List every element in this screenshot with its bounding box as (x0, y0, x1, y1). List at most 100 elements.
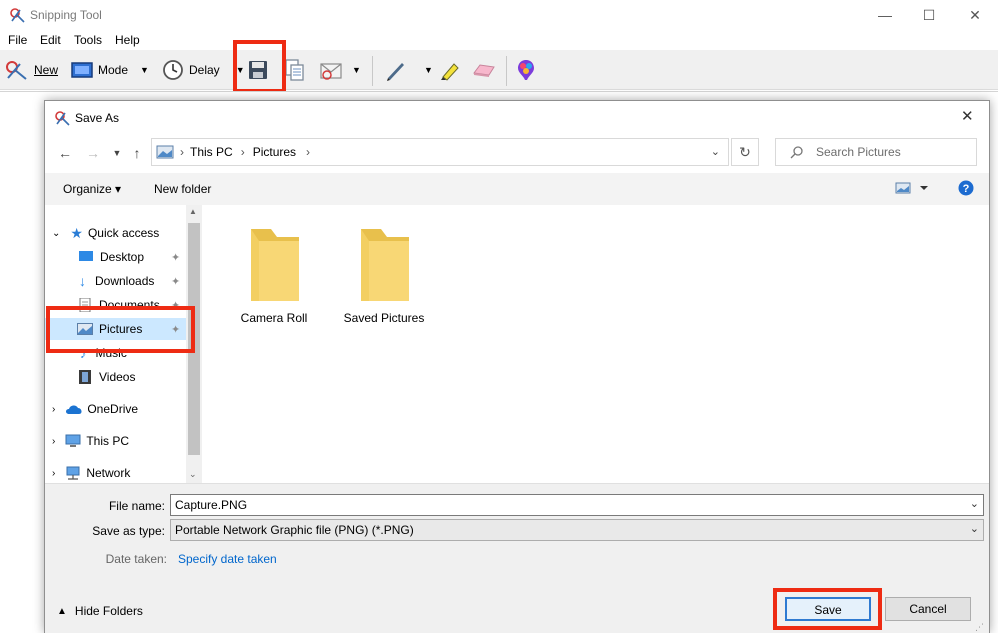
refresh-icon: ↻ (739, 144, 751, 160)
expand-chevron-icon[interactable]: › (52, 404, 55, 415)
folder-icon (357, 223, 413, 307)
nav-scrollbar-thumb[interactable] (188, 223, 200, 455)
breadcrumb-pictures[interactable]: Pictures (253, 145, 296, 159)
star-icon: ★ (70, 224, 83, 241)
menu-file[interactable]: File (8, 33, 27, 47)
expand-chevron-icon[interactable]: › (52, 468, 55, 479)
search-input[interactable]: Search Pictures (775, 138, 977, 166)
scroll-up-arrow-icon[interactable]: ▲ (189, 207, 197, 216)
delay-dropdown-icon[interactable]: ▼ (236, 65, 245, 75)
rectangle-mode-icon (70, 61, 94, 79)
save-snip-button[interactable] (247, 56, 269, 84)
toolbar-divider (506, 56, 507, 86)
view-options-icon[interactable] (895, 182, 929, 194)
cloud-icon (65, 403, 83, 415)
nav-desktop[interactable]: Desktop ✦ (45, 246, 187, 268)
menu-tools[interactable]: Tools (74, 33, 102, 47)
nav-onedrive[interactable]: › OneDrive (45, 398, 187, 420)
pen-icon (384, 58, 408, 82)
chevron-down-icon[interactable]: ⌄ (970, 497, 979, 510)
nav-label: Music (95, 346, 127, 360)
nav-label: Desktop (100, 250, 145, 264)
pin-icon: ✦ (171, 251, 181, 264)
nav-label: This PC (86, 434, 130, 448)
expand-chevron-icon[interactable]: › (52, 436, 55, 447)
nav-label: Videos (99, 370, 136, 384)
recent-locations-chevron-icon[interactable]: ▼ (107, 143, 127, 163)
specify-date-taken-link[interactable]: Specify date taken (178, 552, 277, 566)
highlighter-icon (438, 58, 462, 82)
pen-button[interactable]: ▼ (384, 56, 433, 84)
address-row: ← → ▼ ↑ › This PC › Pictures › ⌄ ↻ Searc… (45, 136, 989, 170)
hide-folders-button[interactable]: ▲ Hide Folders (57, 604, 143, 618)
nav-quick-access[interactable]: ⌄ ★ Quick access (45, 222, 187, 244)
pictures-location-icon (156, 145, 174, 159)
minimize-button[interactable]: — (870, 4, 900, 26)
paint-3d-icon (515, 58, 537, 82)
nav-pictures-selected[interactable]: Pictures ✦ (45, 318, 187, 340)
eraser-button[interactable] (471, 56, 497, 84)
breadcrumb-separator: › (240, 145, 245, 159)
send-dropdown-icon[interactable]: ▼ (352, 65, 361, 75)
nav-scrollbar[interactable]: ▲ ⌄ (186, 205, 202, 483)
envelope-icon (318, 59, 344, 81)
copy-button[interactable] (283, 56, 305, 84)
nav-label: Downloads (95, 274, 155, 288)
nav-downloads[interactable]: ↓ Downloads ✦ (45, 270, 187, 292)
close-button[interactable]: ✕ (960, 4, 990, 26)
scissors-icon (4, 59, 30, 81)
expand-chevron-icon[interactable]: ⌄ (52, 228, 60, 239)
cancel-button[interactable]: Cancel (885, 597, 971, 621)
back-arrow-icon[interactable]: ← (55, 143, 75, 163)
help-icon[interactable]: ? (958, 180, 974, 196)
desktop-icon (79, 251, 93, 263)
maximize-button[interactable]: ☐ (914, 4, 944, 26)
menu-edit[interactable]: Edit (40, 33, 61, 47)
file-list-pane: Camera Roll Saved Pictures (203, 205, 989, 483)
send-snip-button[interactable]: ▼ (318, 56, 361, 84)
file-name-label: File name: (108, 499, 165, 513)
address-dropdown-chevron-icon[interactable]: ⌄ (711, 145, 720, 158)
paint-3d-button[interactable] (515, 56, 537, 84)
nav-label: Quick access (87, 226, 160, 240)
breadcrumb-this-pc[interactable]: This PC (190, 145, 233, 159)
nav-this-pc[interactable]: › This PC (45, 430, 187, 452)
folder-camera-roll[interactable]: Camera Roll (219, 217, 329, 327)
pin-icon: ✦ (171, 275, 181, 288)
file-scrollbar[interactable] (975, 205, 989, 483)
highlighter-button[interactable] (438, 56, 462, 84)
nav-documents[interactable]: Documents ✦ (45, 294, 187, 316)
nav-videos[interactable]: Videos (45, 366, 187, 388)
new-folder-button[interactable]: New folder (154, 182, 211, 196)
save-as-type-label: Save as type: (92, 524, 165, 538)
new-snip-button[interactable]: New (4, 56, 58, 84)
nav-music[interactable]: ♪ Music (45, 342, 187, 364)
refresh-button[interactable]: ↻ (731, 138, 759, 166)
resize-grip-icon[interactable]: ⋰ (975, 622, 984, 633)
mode-button[interactable]: Mode ▼ (70, 56, 149, 84)
mode-dropdown-icon[interactable]: ▼ (140, 65, 149, 75)
address-bar[interactable]: › This PC › Pictures › ⌄ (151, 138, 729, 166)
toolbar-divider (372, 56, 373, 86)
delay-button[interactable]: Delay ▼ (162, 56, 245, 84)
save-as-type-select[interactable]: Portable Network Graphic file (PNG) (*.P… (170, 519, 984, 541)
scroll-down-chevron-icon[interactable]: ⌄ (189, 469, 197, 480)
menu-bar: File Edit Tools Help (0, 30, 998, 50)
folder-label: Saved Pictures (343, 311, 425, 325)
save-button[interactable]: Save (785, 597, 871, 621)
folder-label: Camera Roll (240, 311, 308, 325)
folder-saved-pictures[interactable]: Saved Pictures (329, 217, 439, 327)
nav-label: OneDrive (87, 402, 139, 416)
computer-icon (65, 434, 81, 448)
file-name-field[interactable]: Capture.PNG ⌄ (170, 494, 984, 516)
pen-dropdown-icon[interactable]: ▼ (424, 65, 433, 75)
up-arrow-icon[interactable]: ↑ (127, 143, 147, 163)
nav-network[interactable]: › Network (45, 462, 187, 484)
date-taken-label: Date taken: (105, 552, 167, 566)
chevron-down-icon[interactable]: ⌄ (970, 522, 979, 535)
menu-help[interactable]: Help (115, 33, 140, 47)
forward-arrow-icon[interactable]: → (83, 143, 103, 163)
clock-icon (162, 59, 184, 81)
dialog-close-button[interactable]: ✕ (961, 107, 974, 125)
organize-button[interactable]: Organize ▾ (63, 182, 121, 196)
